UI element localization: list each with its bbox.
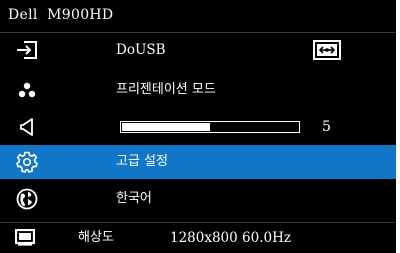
usb-display-icon [313, 40, 341, 64]
resolution-label: 해상도 [78, 230, 114, 245]
menu-item-language[interactable]: 한국어 [0, 182, 396, 216]
screen-icon [14, 228, 36, 250]
input-arrow-icon [14, 33, 40, 67]
status-bar: 해상도 1280x800 60.0Hz [0, 222, 396, 253]
resolution-value: 1280x800 60.0Hz [170, 230, 291, 246]
title-bar: Dell M900HD [0, 0, 396, 33]
globe-icon [14, 182, 40, 216]
projector-title: Dell M900HD [8, 7, 114, 23]
speaker-icon [14, 110, 40, 144]
presentation-mode-label: 프리젠테이션 모드 [116, 82, 216, 97]
gear-icon [14, 145, 40, 179]
volume-slider-fill [122, 123, 210, 131]
volume-slider[interactable] [120, 121, 300, 133]
language-label: 한국어 [116, 191, 152, 206]
menu-item-volume[interactable]: 5 [0, 110, 396, 144]
volume-value: 5 [322, 119, 331, 135]
input-source-label: DoUSB [116, 42, 166, 58]
menu-item-presentation-mode[interactable]: 프리젠테이션 모드 [0, 73, 396, 107]
projector-osd-menu: Dell M900HD DoUSB 프리젠테이션 모드 5 고급 설정 한국어 … [0, 0, 396, 253]
menu-item-input-source[interactable]: DoUSB [0, 33, 396, 67]
menu-item-advanced-settings[interactable]: 고급 설정 [0, 145, 396, 179]
three-dots-icon [14, 73, 40, 107]
advanced-settings-label: 고급 설정 [116, 154, 168, 169]
